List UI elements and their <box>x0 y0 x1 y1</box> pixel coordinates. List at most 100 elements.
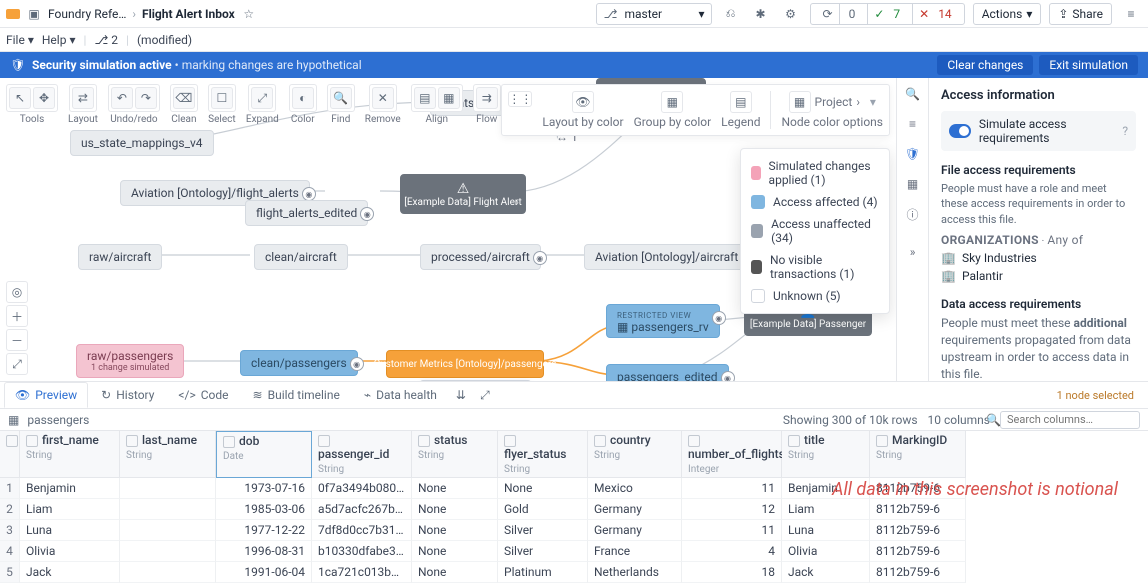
cell-country[interactable]: France <box>588 541 682 562</box>
cell-passenger_id[interactable]: 7df8d0cc7b314ff0aabb4ccc <box>312 520 412 541</box>
node-processed-aircraft[interactable]: processed/aircraft◉ <box>420 244 541 270</box>
node-flight-alerts-edited[interactable]: flight_alerts_edited◉ <box>245 200 368 226</box>
help-icon[interactable]: ? <box>1122 124 1128 138</box>
eye-icon[interactable]: ◉ <box>360 207 374 221</box>
row-number[interactable]: 3 <box>0 520 20 541</box>
cell-mid[interactable]: 8112b759-6 <box>870 520 966 541</box>
legend-item[interactable]: Unknown (5) <box>741 285 889 307</box>
cell-passenger_id[interactable]: b10330dfabe34e0390e181f <box>312 541 412 562</box>
clean-button[interactable]: ⌫ <box>173 87 195 109</box>
exit-simulation-button[interactable]: Exit simulation <box>1039 55 1138 75</box>
cell-flyer_status[interactable]: Gold <box>498 499 588 520</box>
cell-dob[interactable]: 1973-07-16 <box>216 478 312 499</box>
actions-menu[interactable]: Actions ▾ <box>973 3 1042 25</box>
col-header-number_of_flights[interactable]: number_of_flightsInteger <box>682 431 782 478</box>
cell-flyer_status[interactable]: Silver <box>498 541 588 562</box>
cell-status[interactable]: None <box>412 541 498 562</box>
toggle-switch-icon[interactable] <box>949 124 971 138</box>
cell-flyer_status[interactable]: None <box>498 478 588 499</box>
row-number[interactable]: 4 <box>0 541 20 562</box>
cell-mid[interactable]: 8112b759-6 <box>870 478 966 499</box>
cell-last_name[interactable] <box>120 520 216 541</box>
node-us-state-mappings[interactable]: us_state_mappings_v4 <box>70 130 214 156</box>
col-header-passenger_id[interactable]: passenger_idString <box>312 431 412 478</box>
gear-icon[interactable]: ✱ <box>750 3 772 25</box>
expand-down-icon[interactable]: ⇊ <box>450 384 472 406</box>
locate-icon[interactable]: ◎ <box>6 281 28 303</box>
chevron-down-icon[interactable]: ⤢ <box>474 384 496 406</box>
clear-changes-button[interactable]: Clear changes <box>937 55 1033 75</box>
cell-passenger_id[interactable]: 0f7a3494b080426ca95bb6c <box>312 478 412 499</box>
eye-icon[interactable]: ◉ <box>533 251 547 265</box>
cell-dob[interactable]: 1985-03-06 <box>216 499 312 520</box>
cell-title[interactable]: Olivia <box>782 541 870 562</box>
col-header-dob[interactable]: dobDate <box>216 431 312 478</box>
layout-option-icon[interactable]: ▦ <box>661 91 683 113</box>
row-number[interactable]: 2 <box>0 499 20 520</box>
align-button[interactable]: ▤ <box>414 87 436 109</box>
tools-button[interactable]: ↖ <box>9 87 31 109</box>
cell-mid[interactable]: 8112b759-6 <box>870 562 966 583</box>
color-button[interactable]: ◐ <box>292 87 314 109</box>
zoom-in-icon[interactable]: ＋ <box>6 305 28 327</box>
node-customer-metrics[interactable]: Customer Metrics [Ontology]/passengers <box>386 350 544 378</box>
cell-status[interactable]: None <box>412 499 498 520</box>
layout-option-icon[interactable]: ▤ <box>730 91 752 113</box>
collapse-icon[interactable]: » <box>903 242 923 262</box>
cell-last_name[interactable] <box>120 541 216 562</box>
edit-markings-button[interactable]: ✎Edit markings <box>420 380 531 381</box>
simulate-toggle[interactable]: Simulate access requirements ? <box>941 111 1136 151</box>
cell-last_name[interactable] <box>120 562 216 583</box>
node-aviation-aircraft[interactable]: Aviation [Ontology]/aircraft◉ <box>584 244 749 270</box>
cell-status[interactable]: None <box>412 478 498 499</box>
node-passengers-edited[interactable]: passengers_edited◉ <box>606 364 729 381</box>
node-clean-passengers[interactable]: clean/passengers◉ <box>240 350 358 376</box>
undoredo-button[interactable]: ↷ <box>135 87 157 109</box>
fit-icon[interactable]: ⤢ <box>6 353 28 375</box>
flow-button[interactable]: ⇉ <box>476 87 498 109</box>
cell-first_name[interactable]: Jack <box>20 562 120 583</box>
legend-item[interactable]: Access affected (4) <box>741 191 889 213</box>
search-columns-input[interactable] <box>1000 411 1140 429</box>
cell-nof[interactable]: 11 <box>682 478 782 499</box>
zoom-out-icon[interactable]: － <box>6 329 28 351</box>
build-stats[interactable]: ⟳0 ✓ 7 ✕ 14 <box>810 3 965 25</box>
cell-country[interactable]: Netherlands <box>588 562 682 583</box>
cell-last_name[interactable] <box>120 478 216 499</box>
row-number[interactable]: 1 <box>0 478 20 499</box>
cell-flyer_status[interactable]: Platinum <box>498 562 588 583</box>
cell-passenger_id[interactable]: 1ca721c013b54016bfa80c9 <box>312 562 412 583</box>
help-menu[interactable]: Help ▾ <box>42 33 76 47</box>
search-icon[interactable]: 🔍 <box>903 84 923 104</box>
eye-icon[interactable]: ◉ <box>712 311 726 325</box>
drag-icon[interactable]: ⋮⋮ <box>508 91 532 107</box>
col-header-MarkingID[interactable]: MarkingIDString <box>870 431 966 478</box>
branch-count[interactable]: ⎇2 <box>94 33 118 47</box>
menu-icon[interactable]: ≡ <box>1120 3 1142 25</box>
cell-nof[interactable]: 4 <box>682 541 782 562</box>
eye-icon[interactable]: ◉ <box>350 357 364 371</box>
layout-option-icon[interactable]: 👁 <box>572 91 594 113</box>
legend-item[interactable]: Simulated changes applied (1) <box>741 155 889 191</box>
eye-icon[interactable]: ◉ <box>721 371 735 381</box>
cell-country[interactable]: Mexico <box>588 478 682 499</box>
star-icon[interactable]: ☆ <box>241 6 257 22</box>
cell-country[interactable]: Germany <box>588 520 682 541</box>
tab-preview[interactable]: 👁Preview <box>4 382 88 408</box>
tools-button[interactable]: ✥ <box>33 87 55 109</box>
cell-last_name[interactable] <box>120 499 216 520</box>
cell-mid[interactable]: 8112b759-6 <box>870 541 966 562</box>
cell-flyer_status[interactable]: Silver <box>498 520 588 541</box>
legend-item[interactable]: Access unaffected (34) <box>741 213 889 249</box>
tab-history[interactable]: ↻History <box>90 382 165 408</box>
undoredo-button[interactable]: ↶ <box>111 87 133 109</box>
share-button[interactable]: ⇪Share <box>1049 3 1112 25</box>
schedule-icon[interactable]: ▦ <box>903 174 923 194</box>
project-label[interactable]: Project <box>815 95 853 109</box>
crumb-leaf[interactable]: Flight Alert Inbox <box>142 7 235 21</box>
col-header-status[interactable]: statusString <box>412 431 498 478</box>
cell-dob[interactable]: 1996-08-31 <box>216 541 312 562</box>
cell-title[interactable]: Luna <box>782 520 870 541</box>
tab-build[interactable]: ≋Build timeline <box>242 382 351 408</box>
col-header-country[interactable]: countryString <box>588 431 682 478</box>
